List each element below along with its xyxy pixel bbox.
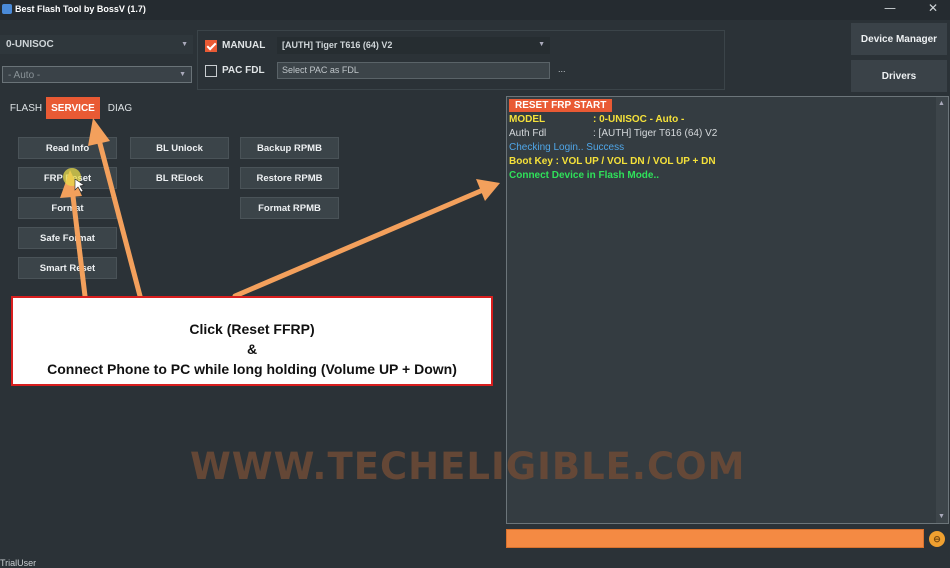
close-icon[interactable]: ✕ [928,1,938,15]
log-line: Connect Device in Flash Mode.. [509,170,660,181]
pac-fdl-label: PAC FDL [222,65,265,76]
log-line: Auth Fdl: [AUTH] Tiger T616 (64) V2 [509,128,718,139]
log-scrollbar[interactable]: ▲ ▼ [936,97,948,523]
scroll-up-icon[interactable]: ▲ [938,100,945,107]
watermark-text: WWW.TECHELIGIBLE.COM [190,445,746,488]
progress-bar [506,529,924,548]
frp-reset-button[interactable]: FRP Reset [18,167,117,189]
chevron-down-icon: ▼ [179,71,186,78]
tab-flash[interactable]: FLASH [6,97,46,119]
platform-value: 0-UNISOC [6,39,54,50]
auth-fdl-value: [AUTH] Tiger T616 (64) V2 [282,40,393,50]
drivers-button[interactable]: Drivers [851,60,947,92]
safe-format-button[interactable]: Safe Format [18,227,117,249]
instruction-callout: Click (Reset FFRP) & Connect Phone to PC… [11,296,493,386]
fdl-options-panel: MANUAL [AUTH] Tiger T616 (64) V2 ▼ PAC F… [197,30,725,90]
device-manager-button[interactable]: Device Manager [851,23,947,55]
chevron-down-icon: ▼ [538,41,545,48]
mode-select[interactable]: - Auto - ▼ [2,66,192,83]
minimize-icon[interactable]: — [884,1,896,15]
callout-line-3: Connect Phone to PC while long holding (… [47,361,457,377]
bl-relock-button[interactable]: BL RElock [130,167,229,189]
log-line: Boot Key : VOL UP / VOL DN / VOL UP + DN [509,156,716,167]
restore-rpmb-button[interactable]: Restore RPMB [240,167,339,189]
format-button[interactable]: Format [18,197,117,219]
platform-select[interactable]: 0-UNISOC ▼ [0,35,193,54]
format-rpmb-button[interactable]: Format RPMB [240,197,339,219]
bl-unlock-button[interactable]: BL Unlock [130,137,229,159]
scroll-down-icon[interactable]: ▼ [938,513,945,520]
status-user: TrialUser [0,558,37,568]
browse-button[interactable]: ... [558,64,566,74]
auth-fdl-select[interactable]: [AUTH] Tiger T616 (64) V2 ▼ [277,37,550,54]
manual-label: MANUAL [222,40,266,51]
pac-fdl-checkbox[interactable] [205,65,217,77]
manual-checkbox[interactable] [205,40,217,52]
log-line: MODEL: 0-UNISOC - Auto - [509,114,685,125]
title-bar: Best Flash Tool by BossV (1.7) — ✕ [0,0,950,20]
callout-line-1: Click (Reset FFRP) [189,321,315,337]
smart-reset-button[interactable]: Smart Reset [18,257,117,279]
tab-diag[interactable]: DIAG [102,97,138,119]
log-line: Checking Login.. Success [509,142,625,153]
log-header: RESET FRP START [509,99,613,112]
chevron-down-icon: ▼ [181,41,188,48]
pac-fdl-input[interactable]: Select PAC as FDL [277,62,550,79]
callout-line-2: & [246,341,258,357]
app-icon [2,4,12,14]
read-info-button[interactable]: Read Info [18,137,117,159]
stop-button[interactable]: ⊖ [929,531,945,547]
backup-rpmb-button[interactable]: Backup RPMB [240,137,339,159]
stop-icon: ⊖ [933,533,941,544]
window-title: Best Flash Tool by BossV (1.7) [15,4,146,14]
mode-value: - Auto - [8,70,41,81]
service-panel: Read Info FRP Reset Format Safe Format S… [0,119,500,299]
tab-service[interactable]: SERVICE [46,97,100,119]
